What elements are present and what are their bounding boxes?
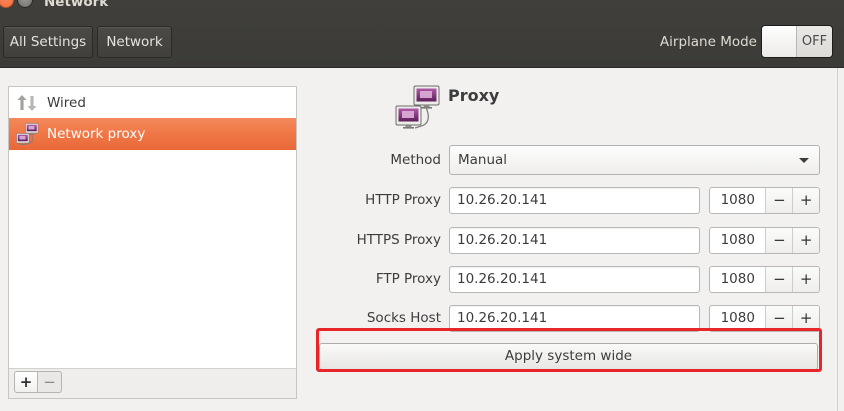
window-right-border — [837, 68, 838, 411]
toggle-state-label: OFF — [797, 26, 832, 57]
socks-port-decrement-button[interactable]: − — [765, 306, 793, 331]
airplane-mode-toggle[interactable]: OFF — [761, 25, 833, 58]
socks-port-spinner: 1080 − + — [709, 305, 820, 332]
ftp-proxy-label: FTP Proxy — [375, 271, 441, 287]
proxy-monitors-icon — [395, 85, 441, 131]
ftp-port-increment-button[interactable]: + — [792, 267, 819, 292]
socks-host-label: Socks Host — [366, 310, 441, 326]
page-title: Proxy — [448, 86, 500, 105]
toggle-knob[interactable] — [762, 26, 797, 57]
remove-connection-button[interactable]: − — [38, 371, 62, 393]
chevron-down-icon — [799, 158, 809, 163]
window-title: Network — [44, 0, 109, 10]
network-breadcrumb-button[interactable]: Network — [97, 26, 172, 58]
ftp-proxy-port-input[interactable]: 1080 — [710, 267, 765, 292]
socks-host-input[interactable]: 10.26.20.141 — [449, 305, 700, 332]
sidebar-item-wired[interactable]: Wired — [9, 87, 296, 118]
https-proxy-host-input[interactable]: 10.26.20.141 — [449, 227, 700, 254]
http-port-decrement-button[interactable]: − — [765, 188, 793, 213]
airplane-mode-label: Airplane Mode — [659, 34, 757, 50]
list-toolbar: + − — [9, 368, 296, 398]
method-dropdown[interactable]: Manual — [449, 145, 820, 175]
apply-system-wide-button[interactable]: Apply system wide — [319, 343, 818, 370]
close-icon[interactable] — [0, 0, 14, 8]
sidebar-item-label: Network proxy — [47, 126, 146, 142]
method-selected-value: Manual — [458, 152, 508, 168]
sidebar-item-network-proxy[interactable]: Network proxy — [9, 118, 296, 150]
http-port-increment-button[interactable]: + — [792, 188, 819, 213]
socks-port-increment-button[interactable]: + — [792, 306, 819, 331]
header-bar: Network All Settings Network Airplane Mo… — [0, 0, 844, 68]
all-settings-button[interactable]: All Settings — [3, 26, 93, 58]
minimize-icon[interactable] — [17, 0, 33, 8]
https-proxy-port-spinner: 1080 − + — [709, 227, 820, 254]
http-proxy-label: HTTP Proxy — [365, 192, 441, 208]
https-proxy-label: HTTPS Proxy — [356, 232, 441, 248]
ftp-proxy-host-input[interactable]: 10.26.20.141 — [449, 266, 700, 293]
ftp-proxy-port-spinner: 1080 − + — [709, 266, 820, 293]
https-port-increment-button[interactable]: + — [792, 228, 819, 253]
method-label: Method — [390, 152, 441, 168]
connection-list: Wired Network proxy + − — [8, 86, 297, 399]
http-proxy-port-input[interactable]: 1080 — [710, 188, 765, 213]
https-port-decrement-button[interactable]: − — [765, 228, 793, 253]
http-proxy-host-input[interactable]: 10.26.20.141 — [449, 187, 700, 214]
ftp-port-decrement-button[interactable]: − — [765, 267, 793, 292]
sidebar-item-label: Wired — [47, 94, 86, 111]
network-proxy-icon — [15, 122, 39, 146]
add-connection-button[interactable]: + — [14, 371, 38, 393]
socks-port-input[interactable]: 1080 — [710, 306, 765, 331]
https-proxy-port-input[interactable]: 1080 — [710, 228, 765, 253]
wired-arrows-icon — [15, 91, 39, 115]
http-proxy-port-spinner: 1080 − + — [709, 187, 820, 214]
